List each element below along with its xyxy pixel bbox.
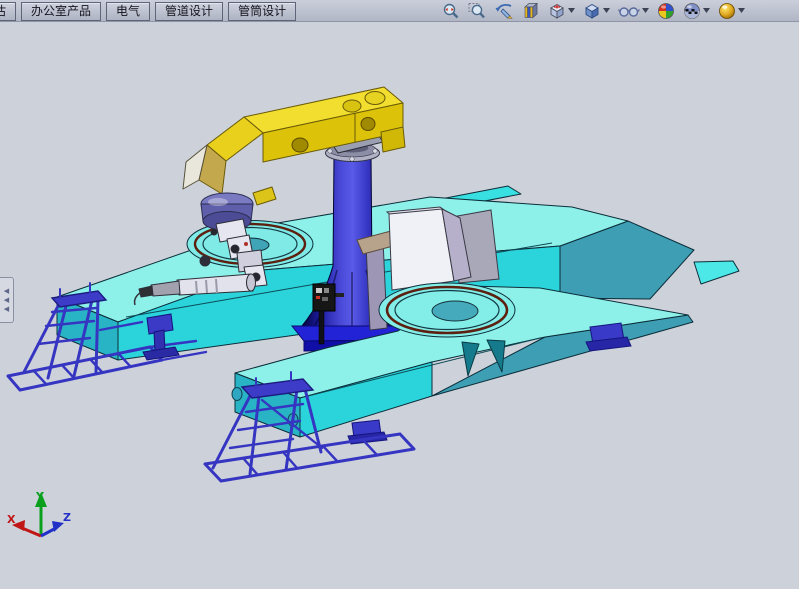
zoom-to-area-button[interactable] (468, 2, 486, 20)
previous-view-icon (494, 2, 514, 20)
tab-piping-design[interactable]: 管道设计 (155, 2, 223, 21)
triad-y-label: Y (35, 490, 45, 503)
triad-x-label: X (7, 513, 16, 526)
apply-scene-icon (683, 2, 701, 20)
zoom-to-fit-button[interactable] (442, 2, 460, 20)
dropdown-caret (703, 8, 710, 13)
section-view-icon (522, 2, 540, 20)
graphics-area[interactable]: Y X Z (0, 0, 799, 589)
view-orientation-button[interactable] (548, 2, 575, 20)
view-settings-icon (718, 2, 736, 20)
heads-up-view-toolbar (442, 2, 799, 20)
tab-evaluate-partial[interactable]: 估 (0, 2, 16, 21)
section-view-button[interactable] (522, 2, 540, 20)
dropdown-caret (568, 8, 575, 13)
hide-show-items-button[interactable] (618, 3, 649, 19)
zoom-to-area-icon (468, 2, 486, 20)
tab-tube-design[interactable]: 管筒设计 (228, 2, 296, 21)
apply-scene-button[interactable] (683, 2, 710, 20)
view-orientation-icon (548, 2, 566, 20)
edit-appearance-button[interactable] (657, 2, 675, 20)
view-settings-button[interactable] (718, 2, 745, 20)
command-tabs: 估 办公室产品 电气 管道设计 管筒设计 (0, 0, 296, 22)
previous-view-button[interactable] (494, 2, 514, 20)
front-slewing-ring[interactable] (379, 283, 515, 337)
zoom-to-fit-icon (442, 2, 460, 20)
flyout-arrow-icon: ◀ (4, 305, 9, 313)
dropdown-caret (603, 8, 610, 13)
command-manager-bar: 估 办公室产品 电气 管道设计 管筒设计 (0, 0, 799, 22)
display-style-button[interactable] (583, 2, 610, 20)
flyout-arrow-icon: ◀ (4, 287, 9, 295)
fixture-wedge-blocks[interactable] (387, 207, 499, 290)
dropdown-caret (642, 8, 649, 13)
feature-panel-flyout-handle[interactable]: ◀ ◀ ◀ (0, 277, 14, 323)
flyout-arrow-icon: ◀ (4, 296, 9, 304)
dropdown-caret (738, 8, 745, 13)
hide-show-items-icon (618, 3, 640, 19)
tab-electrical[interactable]: 电气 (106, 2, 150, 21)
triad-z-label: Z (63, 511, 71, 524)
tab-office-products[interactable]: 办公室产品 (21, 2, 101, 21)
edit-appearance-icon (657, 2, 675, 20)
display-style-icon (583, 2, 601, 20)
3d-viewport[interactable]: Y X Z (0, 0, 799, 589)
